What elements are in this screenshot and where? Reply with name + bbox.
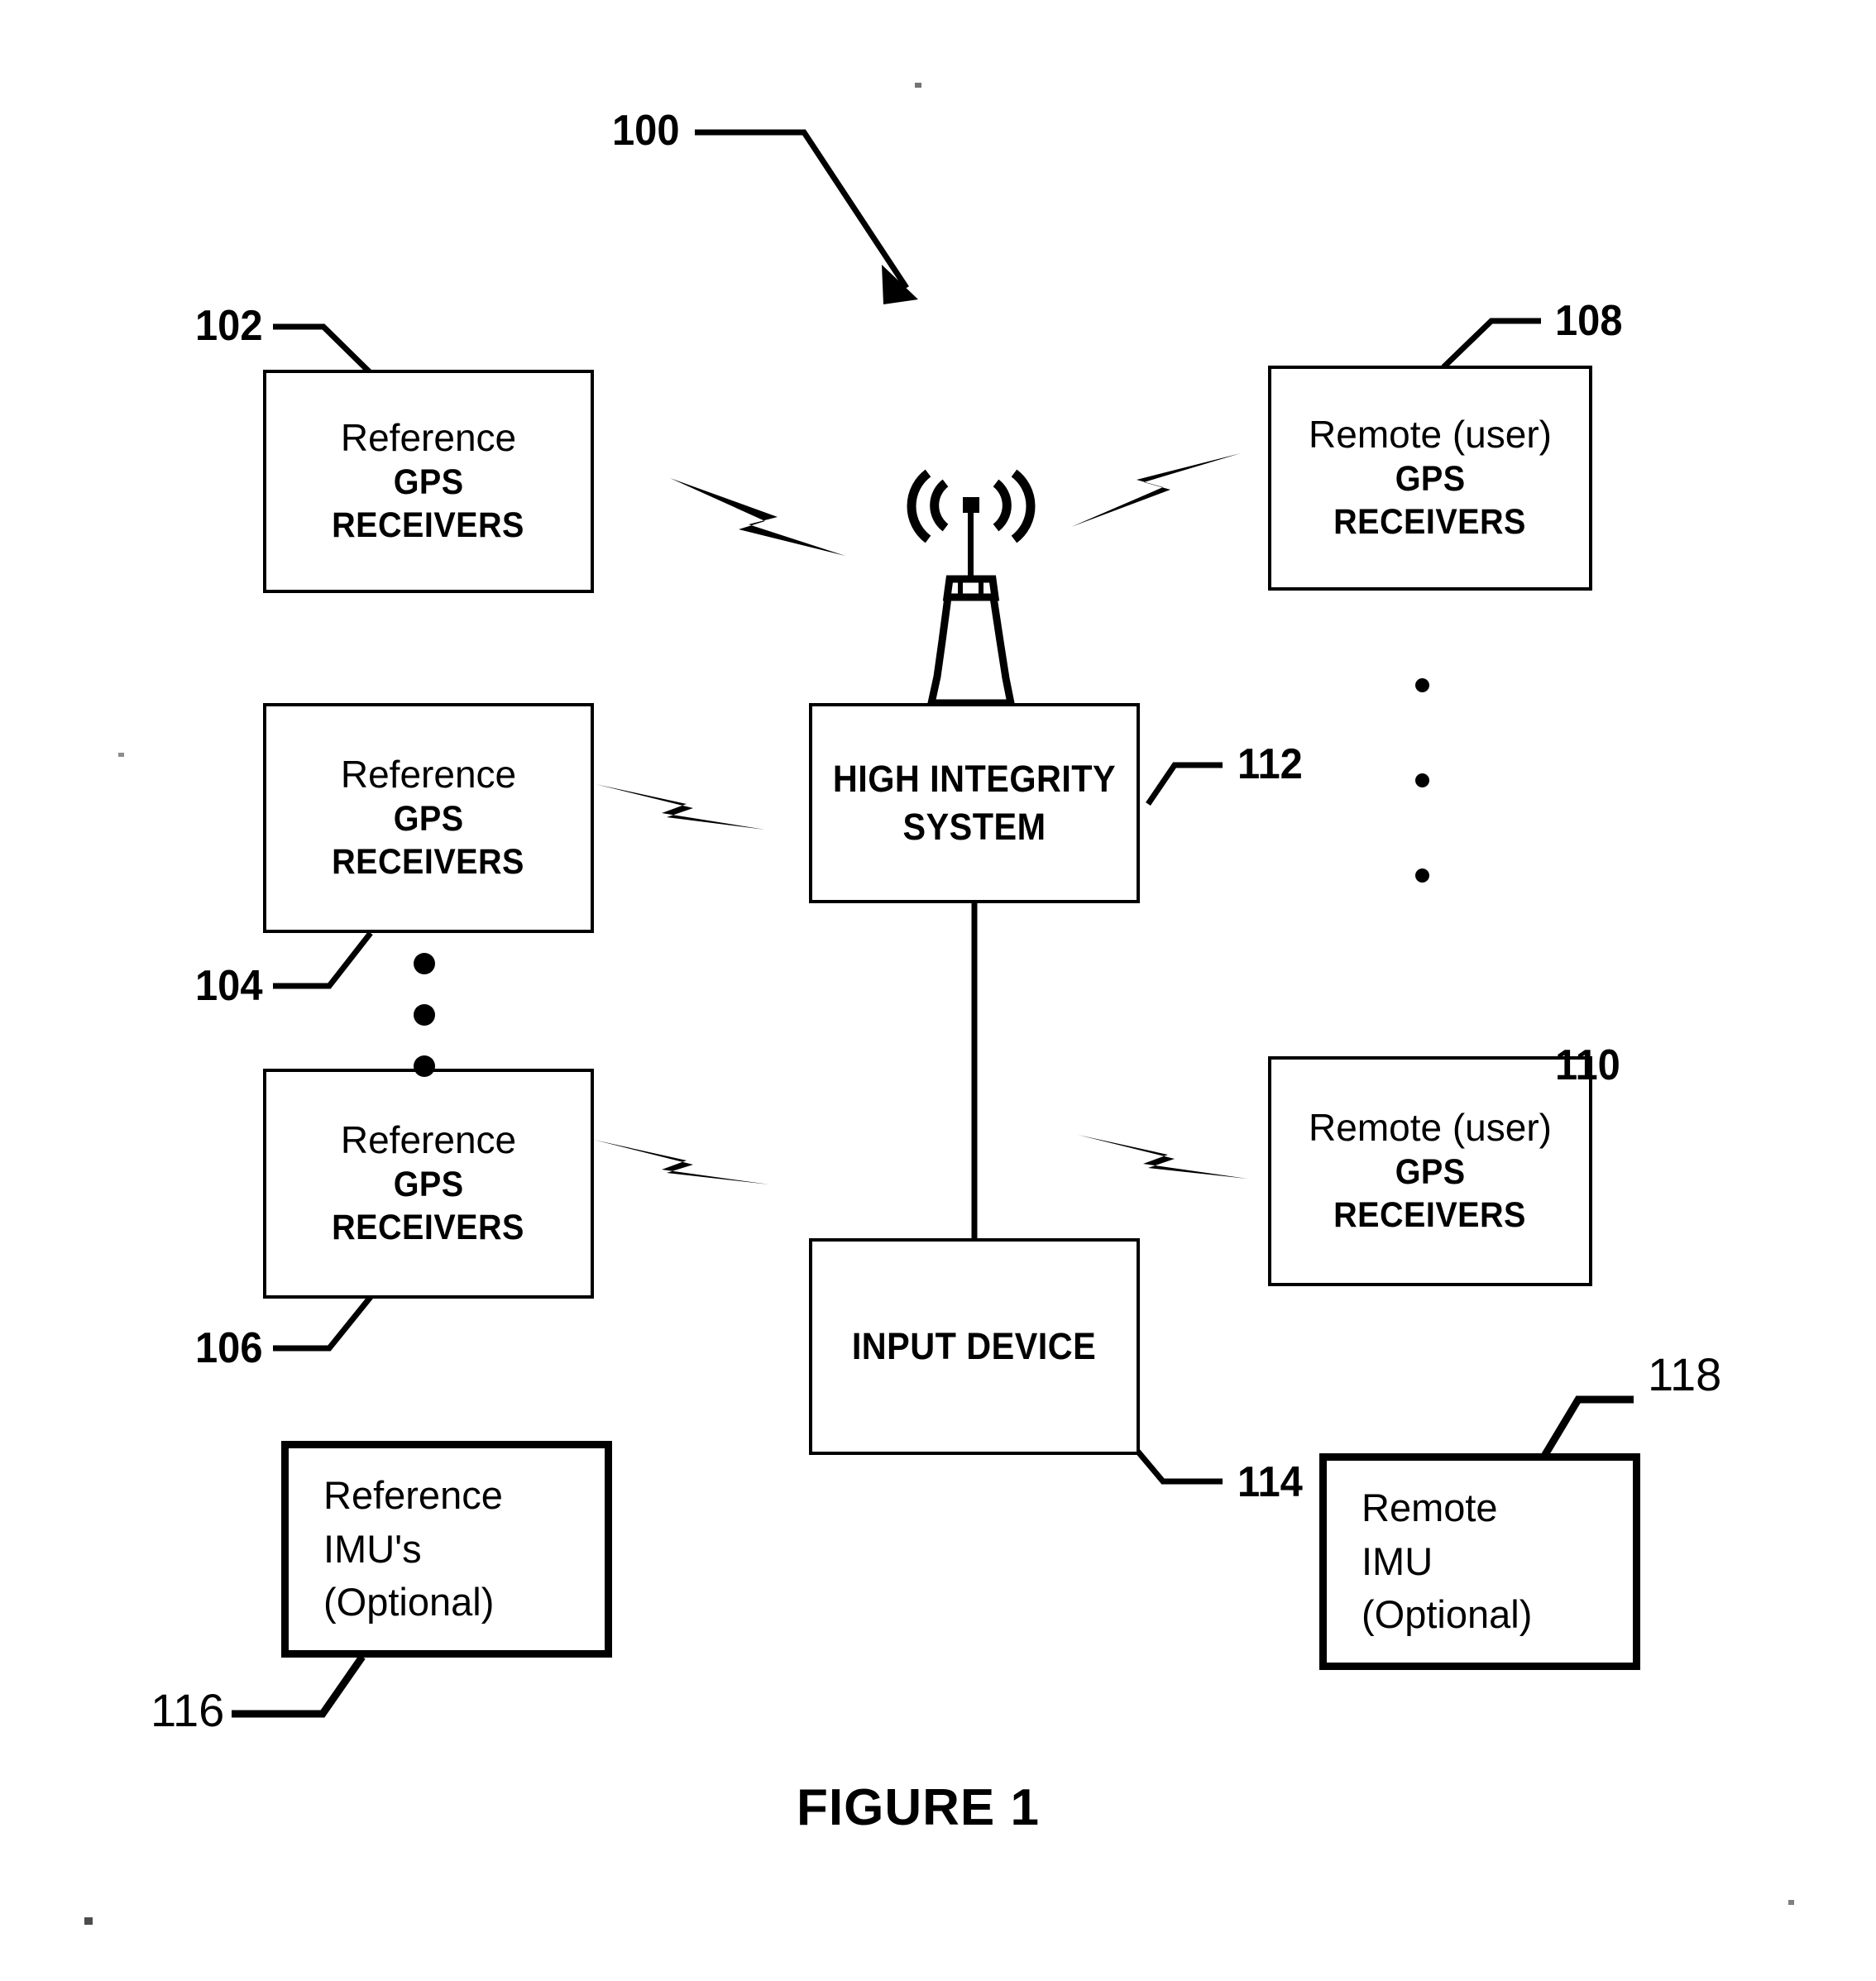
- box-line-1: Reference: [323, 1472, 503, 1517]
- scan-speck: [1788, 1900, 1794, 1905]
- ref-numeral-100: 100: [612, 107, 680, 155]
- ref-numeral-108: 108: [1555, 297, 1623, 345]
- wireless-link-antenna-108: [1071, 453, 1241, 527]
- box-remote-user-gps-receivers-top[interactable]: Remote (user) GPS RECEIVERS: [1268, 366, 1592, 591]
- leader-line-108: [1441, 318, 1541, 370]
- box-line-2: SYSTEM: [902, 806, 1046, 848]
- box-line-1: Remote (user): [1309, 1106, 1552, 1150]
- dot: [414, 1004, 435, 1026]
- box-reference-gps-receivers-middle[interactable]: Reference GPS RECEIVERS: [263, 703, 594, 933]
- ref-numeral-106: 106: [195, 1324, 263, 1372]
- box-line-3: RECEIVERS: [332, 505, 525, 546]
- ref-numeral-112: 112: [1237, 740, 1303, 788]
- leader-line-116: [232, 1654, 366, 1718]
- wireless-link-his-110: [1078, 1135, 1247, 1179]
- scan-speck: [84, 1917, 93, 1925]
- ref-numeral-110: 110: [1555, 1041, 1620, 1089]
- box-line-2: GPS: [393, 462, 464, 502]
- ellipsis-dots-left-column: [414, 953, 435, 1077]
- wireless-link-102-antenna: [670, 478, 845, 556]
- leader-line-112: [1146, 762, 1223, 806]
- wireless-link-106-his: [594, 1140, 769, 1184]
- box-line-1: Remote (user): [1309, 413, 1552, 457]
- wireless-link-104-his: [596, 784, 765, 830]
- ref-numeral-102: 102: [195, 302, 263, 350]
- box-line-3: (Optional): [323, 1580, 495, 1625]
- box-reference-gps-receivers-top[interactable]: Reference GPS RECEIVERS: [263, 370, 594, 593]
- leader-line-102: [273, 323, 372, 375]
- box-remote-imu-optional[interactable]: Remote IMU (Optional): [1319, 1453, 1640, 1670]
- box-line-2: GPS: [393, 798, 464, 839]
- box-line-1: Remote: [1362, 1485, 1498, 1529]
- box-line-1: INPUT DEVICE: [852, 1324, 1097, 1367]
- dot: [1415, 868, 1429, 883]
- scan-speck: [915, 83, 921, 88]
- patent-figure-page: Reference GPS RECEIVERS Remote (user) GP…: [0, 0, 1876, 1981]
- box-line-2: GPS: [1395, 1151, 1466, 1192]
- antenna-tower-icon: [907, 469, 1036, 707]
- ref-numeral-114: 114: [1237, 1458, 1303, 1506]
- box-input-device[interactable]: INPUT DEVICE: [809, 1238, 1140, 1455]
- ref-numeral-116: 116: [151, 1684, 225, 1736]
- ref-numeral-118: 118: [1648, 1348, 1722, 1400]
- dot: [1415, 678, 1429, 692]
- box-line-2: GPS: [1395, 458, 1466, 499]
- ref-numeral-104: 104: [195, 962, 263, 1010]
- box-high-integrity-system[interactable]: HIGH INTEGRITY SYSTEM: [809, 703, 1140, 903]
- figure-caption: FIGURE 1: [797, 1779, 1040, 1836]
- leader-line-118: [1540, 1395, 1634, 1460]
- box-line-2: GPS: [393, 1164, 464, 1204]
- scan-speck: [118, 753, 124, 757]
- ellipsis-dots-right-column: [1415, 678, 1429, 883]
- dot: [414, 1055, 435, 1077]
- box-line-1: Reference: [340, 416, 517, 460]
- box-line-1: Reference: [340, 753, 517, 797]
- leader-line-106: [273, 1294, 373, 1352]
- box-line-3: RECEIVERS: [1333, 1195, 1527, 1236]
- box-line-3: RECEIVERS: [1333, 502, 1527, 543]
- dot: [1415, 773, 1429, 787]
- box-line-3: RECEIVERS: [332, 842, 525, 883]
- box-line-3: (Optional): [1362, 1592, 1533, 1637]
- leader-line-104: [273, 931, 373, 989]
- box-line-2: IMU's: [323, 1526, 422, 1571]
- box-line-1: Reference: [340, 1118, 517, 1162]
- box-remote-user-gps-receivers-bottom[interactable]: Remote (user) GPS RECEIVERS: [1268, 1056, 1592, 1286]
- box-reference-gps-receivers-bottom[interactable]: Reference GPS RECEIVERS: [263, 1069, 594, 1299]
- box-line-1: HIGH INTEGRITY: [832, 757, 1117, 800]
- box-line-2: IMU: [1362, 1538, 1433, 1583]
- leader-line-100: [695, 129, 918, 304]
- box-line-3: RECEIVERS: [332, 1208, 525, 1248]
- box-reference-imus-optional[interactable]: Reference IMU's (Optional): [281, 1441, 612, 1658]
- dot: [414, 953, 435, 974]
